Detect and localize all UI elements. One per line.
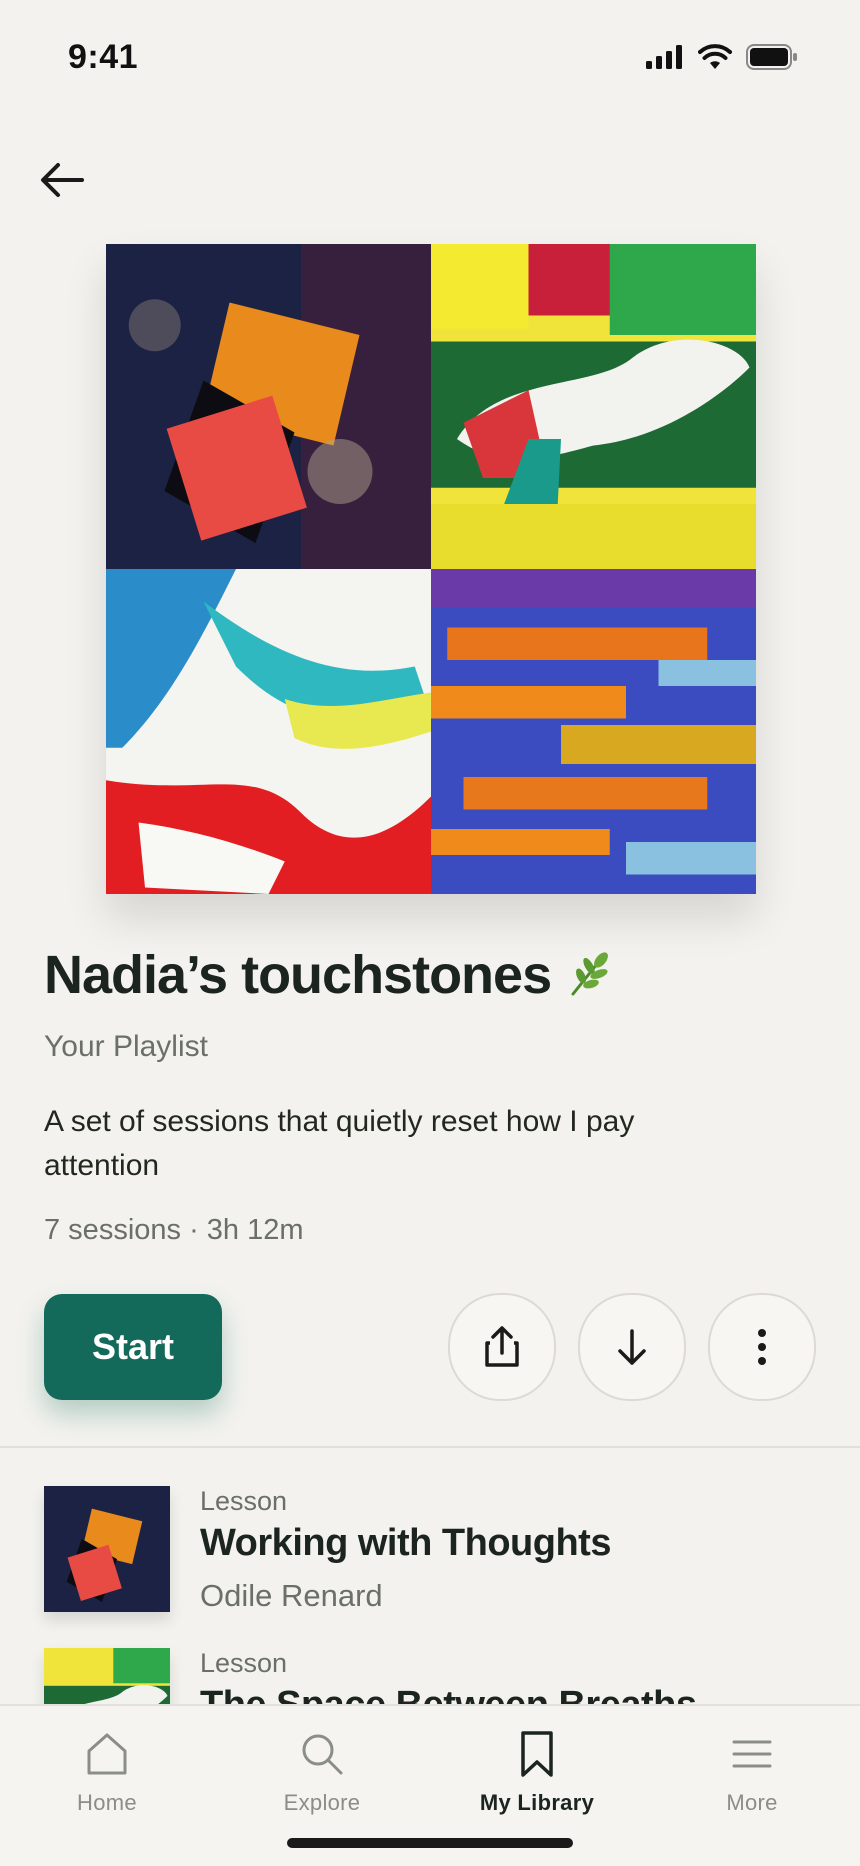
item-kind: Lesson xyxy=(200,1648,288,1678)
cellular-signal-icon xyxy=(646,45,682,69)
status-bar: 9:41 xyxy=(0,0,860,120)
more-options-button[interactable] xyxy=(708,1293,816,1401)
status-time: 9:41 xyxy=(68,38,139,76)
tab-label: Home xyxy=(77,1790,137,1815)
home-icon xyxy=(87,1733,127,1775)
lesson-thumbnail xyxy=(44,1486,170,1612)
playlist-description: A set of sessions that quietly reset how… xyxy=(44,1105,635,1182)
item-author: Odile Renard xyxy=(200,1578,383,1613)
back-button[interactable] xyxy=(40,158,100,202)
search-icon xyxy=(302,1734,343,1775)
tab-explore[interactable]: Explore xyxy=(242,1726,402,1826)
playlist-title: Nadia’s touchstones xyxy=(44,945,552,1005)
playlist-meta: 7 sessions · 3h 12m xyxy=(44,1214,304,1246)
home-indicator xyxy=(287,1838,573,1848)
share-button[interactable] xyxy=(448,1293,556,1401)
playlist-subtitle: Your Playlist xyxy=(44,1030,208,1063)
tab-home[interactable]: Home xyxy=(27,1726,187,1826)
share-icon xyxy=(485,1326,519,1367)
playlist-cover-art xyxy=(106,244,756,894)
start-button[interactable]: Start xyxy=(44,1294,222,1400)
wifi-icon xyxy=(698,44,732,69)
cover-tile-abstract-white xyxy=(106,569,431,894)
item-title: Working with Thoughts xyxy=(200,1522,611,1564)
tab-more[interactable]: More xyxy=(672,1726,832,1826)
tab-label: More xyxy=(726,1790,778,1815)
cover-tile-abstract-yellow xyxy=(431,244,756,569)
cover-tile-abstract-navy xyxy=(106,244,431,569)
cover-tile-abstract-blue xyxy=(431,569,756,894)
playlist-title-row: Nadia’s touchstones xyxy=(44,944,613,1006)
more-vertical-icon xyxy=(758,1329,766,1365)
divider xyxy=(0,1446,860,1448)
item-kind: Lesson xyxy=(200,1486,288,1516)
list-item[interactable]: Lesson Working with Thoughts Odile Renar… xyxy=(44,1486,824,1616)
battery-icon xyxy=(746,44,797,70)
tab-label: My Library xyxy=(479,1790,595,1815)
status-icons xyxy=(646,44,798,70)
tab-my-library[interactable]: My Library xyxy=(457,1726,617,1826)
download-button[interactable] xyxy=(578,1293,686,1401)
leaf-icon xyxy=(571,952,609,996)
tab-label: Explore xyxy=(283,1790,361,1815)
arrow-left-icon xyxy=(41,163,84,197)
download-icon xyxy=(618,1329,646,1365)
menu-icon xyxy=(732,1740,772,1768)
bookmark-icon xyxy=(521,1731,553,1777)
